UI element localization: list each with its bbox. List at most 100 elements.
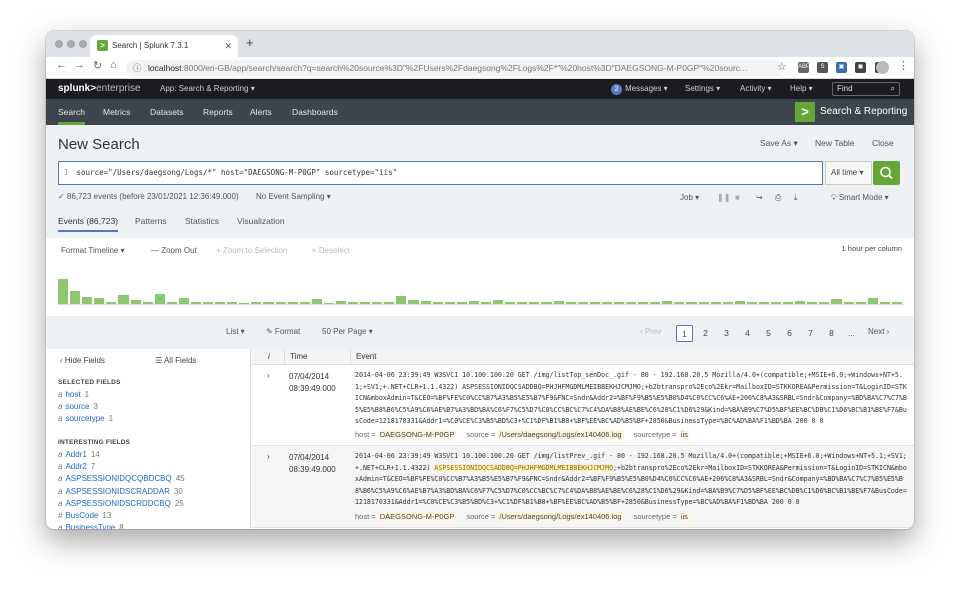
timeline-bar[interactable] (432, 302, 443, 304)
page-6-button[interactable]: 6 (781, 325, 798, 342)
field-name[interactable]: source (65, 402, 89, 411)
url-input[interactable]: ⓘ localhost:8000/en-GB/app/search/search… (126, 60, 784, 76)
nav-alerts[interactable]: Alerts (250, 99, 272, 125)
timeline-bar[interactable] (891, 302, 902, 304)
field-addr2[interactable]: a Addr2 7 (58, 462, 95, 471)
field-name[interactable]: BusCode (65, 511, 98, 520)
field-aspsessionidqcqbdcbq[interactable]: a ASPSESSIONIDQCQBDCBQ 45 (58, 474, 185, 483)
extension-square-icon[interactable]: ◼ (855, 62, 866, 73)
bookmark-star-icon[interactable]: ☆ (777, 60, 787, 73)
field-name[interactable]: BusinessType (65, 523, 115, 529)
forward-icon[interactable]: → (74, 59, 85, 71)
timeline-bar[interactable] (758, 302, 770, 304)
timeline-bar[interactable] (493, 300, 504, 304)
page-4-button[interactable]: 4 (739, 325, 756, 342)
timeline-bar[interactable] (565, 302, 576, 304)
timeline-bar[interactable] (674, 302, 685, 304)
meta-source-value[interactable]: /Users/daegsong/Logs/ex140406.log (497, 512, 624, 521)
meta-source-value[interactable]: /Users/daegsong/Logs/ex140406.log (497, 430, 624, 439)
field-buscode[interactable]: # BusCode 13 (58, 511, 111, 520)
next-page-button[interactable]: Next › (868, 327, 889, 336)
meta-host-value[interactable]: DAEGSONG-M-P0GP (377, 512, 457, 521)
timeline-bar[interactable] (263, 302, 274, 304)
page-8-button[interactable]: 8 (823, 325, 840, 342)
field-source[interactable]: a source 3 (58, 402, 98, 411)
format-button[interactable]: ✎ Format (266, 327, 300, 336)
print-icon[interactable]: ⎙ (775, 193, 781, 203)
find-input[interactable]: Find ⌕ (832, 82, 900, 96)
timeline-bar[interactable] (517, 302, 528, 304)
browser-menu-icon[interactable]: ⋮ (898, 59, 909, 72)
timeline-bar[interactable] (553, 301, 564, 304)
messages-menu[interactable]: 2 Messages ▾ (611, 79, 668, 99)
table-row[interactable]: ›07/04/201408:39:49.0002014-04-06 23:39:… (251, 528, 914, 529)
timeline-bar[interactable] (783, 302, 794, 304)
timeline-bar[interactable] (227, 302, 238, 304)
event-time[interactable]: 07/04/2014 08:39:49.000 (289, 371, 336, 395)
timeline-bar[interactable] (94, 298, 105, 304)
timeline-bar[interactable] (589, 302, 600, 304)
reload-icon[interactable]: ↻ (93, 59, 102, 72)
timeline-bar[interactable] (372, 302, 383, 304)
field-host[interactable]: a host 1 (58, 390, 89, 399)
hide-fields-button[interactable]: ‹ Hide Fields (60, 356, 105, 365)
meta-host-value[interactable]: DAEGSONG-M-P0GP (377, 430, 457, 439)
timeline-bar[interactable] (734, 301, 745, 304)
close-button[interactable]: Close (872, 138, 894, 148)
timeline-bar[interactable] (481, 302, 492, 304)
tab-patterns[interactable]: Patterns (135, 216, 167, 226)
page-7-button[interactable]: 7 (802, 325, 819, 342)
help-menu[interactable]: Help ▾ (790, 79, 813, 99)
timeline-bar[interactable] (843, 302, 854, 304)
timeline-bar[interactable] (771, 302, 782, 304)
col-time[interactable]: Time (284, 349, 307, 365)
list-view-dropdown[interactable]: List ▾ (226, 327, 245, 336)
format-timeline-button[interactable]: Format Timeline ▾ (61, 246, 125, 255)
tab-events[interactable]: Events (86,723) (58, 216, 119, 232)
search-mode-dropdown[interactable]: 💡︎ Smart Mode ▾ (831, 193, 889, 203)
timeline-bar[interactable] (831, 299, 842, 304)
nav-metrics[interactable]: Metrics (103, 99, 130, 125)
timeline-bar[interactable] (82, 297, 93, 304)
nav-search[interactable]: Search (58, 99, 85, 125)
field-name[interactable]: ASPSESSIONIDSCRDDCBQ (65, 499, 170, 508)
all-fields-button[interactable]: ☰ All Fields (155, 356, 196, 365)
window-close-dot[interactable] (55, 40, 63, 48)
timeline-bar[interactable] (311, 299, 322, 304)
stop-icon[interactable]: ■ (735, 193, 740, 202)
timeline-bar[interactable] (408, 300, 419, 304)
share-icon[interactable]: ↪ (756, 193, 763, 202)
page-1-button[interactable]: 1 (676, 325, 693, 342)
timeline-bar[interactable] (505, 302, 516, 304)
save-as-button[interactable]: Save As ▾ (760, 138, 798, 149)
timeline-bar[interactable] (58, 279, 69, 304)
event-time[interactable]: 07/04/2014 08:39:49.000 (289, 452, 336, 476)
page-3-button[interactable]: 3 (718, 325, 735, 342)
window-zoom-dot[interactable] (79, 40, 87, 48)
timeline-bar[interactable] (360, 302, 371, 304)
prev-page-button[interactable]: ‹ Prev (640, 327, 661, 336)
new-table-button[interactable]: New Table (815, 138, 855, 148)
zoom-to-selection-button[interactable]: + Zoom to Selection (216, 246, 287, 255)
splunk-logo[interactable]: splunk>enterprise (58, 79, 141, 99)
timeline-bar[interactable] (190, 302, 202, 304)
timeline-bar[interactable] (686, 302, 697, 304)
pause-icon[interactable]: ❚❚ (717, 193, 730, 202)
export-icon[interactable]: ⤓ (794, 193, 798, 203)
field-sourcetype[interactable]: a sourcetype 1 (58, 414, 113, 423)
timeline-bar[interactable] (807, 302, 818, 304)
timeline-bar[interactable] (601, 302, 612, 304)
field-aspsessionidscraddar[interactable]: a ASPSESSIONIDSCRADDAR 30 (58, 487, 183, 496)
timeline-bar[interactable] (867, 298, 878, 304)
timeline-bar[interactable] (335, 301, 347, 304)
timeline-bar[interactable] (323, 303, 334, 304)
expand-chevron-icon[interactable]: › (267, 371, 270, 380)
timeline-bar[interactable] (166, 302, 177, 304)
field-name[interactable]: host (65, 390, 80, 399)
table-row[interactable]: › 07/04/201408:39:49.000 2014-04-06 23:39:… (251, 365, 914, 446)
timeline-bar[interactable] (468, 301, 479, 304)
event-raw-text[interactable]: 2014-04-06 23:39:49 W3SVC1 10.100.100.20… (355, 370, 910, 428)
per-page-dropdown[interactable]: 50 Per Page ▾ (322, 327, 373, 336)
timeline-bar[interactable] (239, 303, 250, 304)
timeline-histogram[interactable] (58, 259, 904, 305)
